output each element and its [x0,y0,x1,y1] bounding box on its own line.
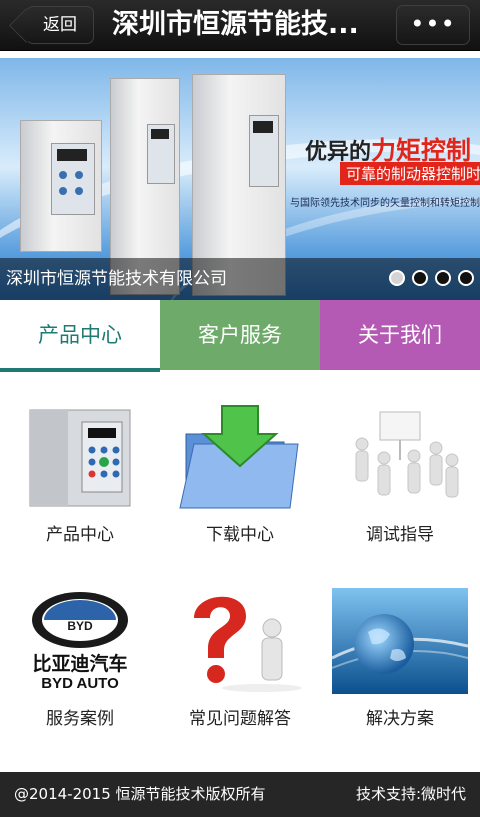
banner-carousel[interactable]: 优异的力矩控制 可靠的制动器控制时序 与国际领先技术同步的矢量控制和转矩控制技术… [0,58,480,300]
inverter-small-image [20,120,102,252]
more-menu-button[interactable]: ••• [396,5,470,45]
inverter-product-image [12,404,148,510]
globe-network-image [332,588,468,694]
tab-product-center[interactable]: 产品中心 [0,300,160,370]
grid-label: 产品中心 [46,525,114,545]
banner-slogan-small: 与国际领先技术同步的矢量控制和转矩控制技术 [290,198,480,209]
active-tab-indicator [0,368,160,372]
download-folder-icon [172,404,308,510]
grid-label: 解决方案 [366,709,434,729]
grid-label: 常见问题解答 [189,709,291,729]
carousel-dot-3[interactable] [435,270,451,286]
byd-logo-image: BYD 比亚迪汽车 BYD AUTO [12,588,148,694]
back-button-label: 返回 [43,15,77,35]
grid-label: 调试指导 [366,525,434,545]
carousel-dot-2[interactable] [412,270,428,286]
question-mark-image [172,588,308,694]
footer-copyright: @2014-2015 恒源节能技术版权所有 [14,785,266,803]
grid-item-solutions[interactable]: 解决方案 [320,588,480,738]
page-title: 深圳市恒源节能技... [112,9,359,40]
grid-item-download-center[interactable]: 下载中心 [160,404,320,554]
grid-item-product-center[interactable]: 产品中心 [0,404,160,554]
top-bar: 返回 深圳市恒源节能技... ••• [0,0,480,51]
grid-item-service-cases[interactable]: BYD 比亚迪汽车 BYD AUTO 服务案例 [0,588,160,738]
presentation-figures-image [332,404,468,510]
svg-text:BYD AUTO: BYD AUTO [41,675,119,692]
banner-caption-bar: 深圳市恒源节能技术有限公司 [0,258,480,300]
carousel-dot-1[interactable] [389,270,405,286]
carousel-dots [389,270,474,286]
carousel-dot-4[interactable] [458,270,474,286]
grid-item-debug-guide[interactable]: 调试指导 [320,404,480,554]
tab-bar: 产品中心 客户服务 关于我们 [0,300,480,372]
tab-about-us[interactable]: 关于我们 [320,300,480,370]
grid-label: 服务案例 [46,709,114,729]
footer-support-link[interactable]: 技术支持:微时代 [356,772,466,817]
grid-item-faq[interactable]: 常见问题解答 [160,588,320,738]
svg-text:BYD: BYD [67,619,93,633]
grid-label: 下载中心 [206,525,274,545]
footer: @2014-2015 恒源节能技术版权所有 技术支持:微时代 [0,772,480,817]
tab-customer-service[interactable]: 客户服务 [160,300,320,370]
svg-text:比亚迪汽车: 比亚迪汽车 [32,652,127,675]
banner-slogan-sub: 可靠的制动器控制时序 [340,162,480,185]
banner-caption: 深圳市恒源节能技术有限公司 [6,269,227,289]
back-button[interactable]: 返回 [26,6,94,44]
